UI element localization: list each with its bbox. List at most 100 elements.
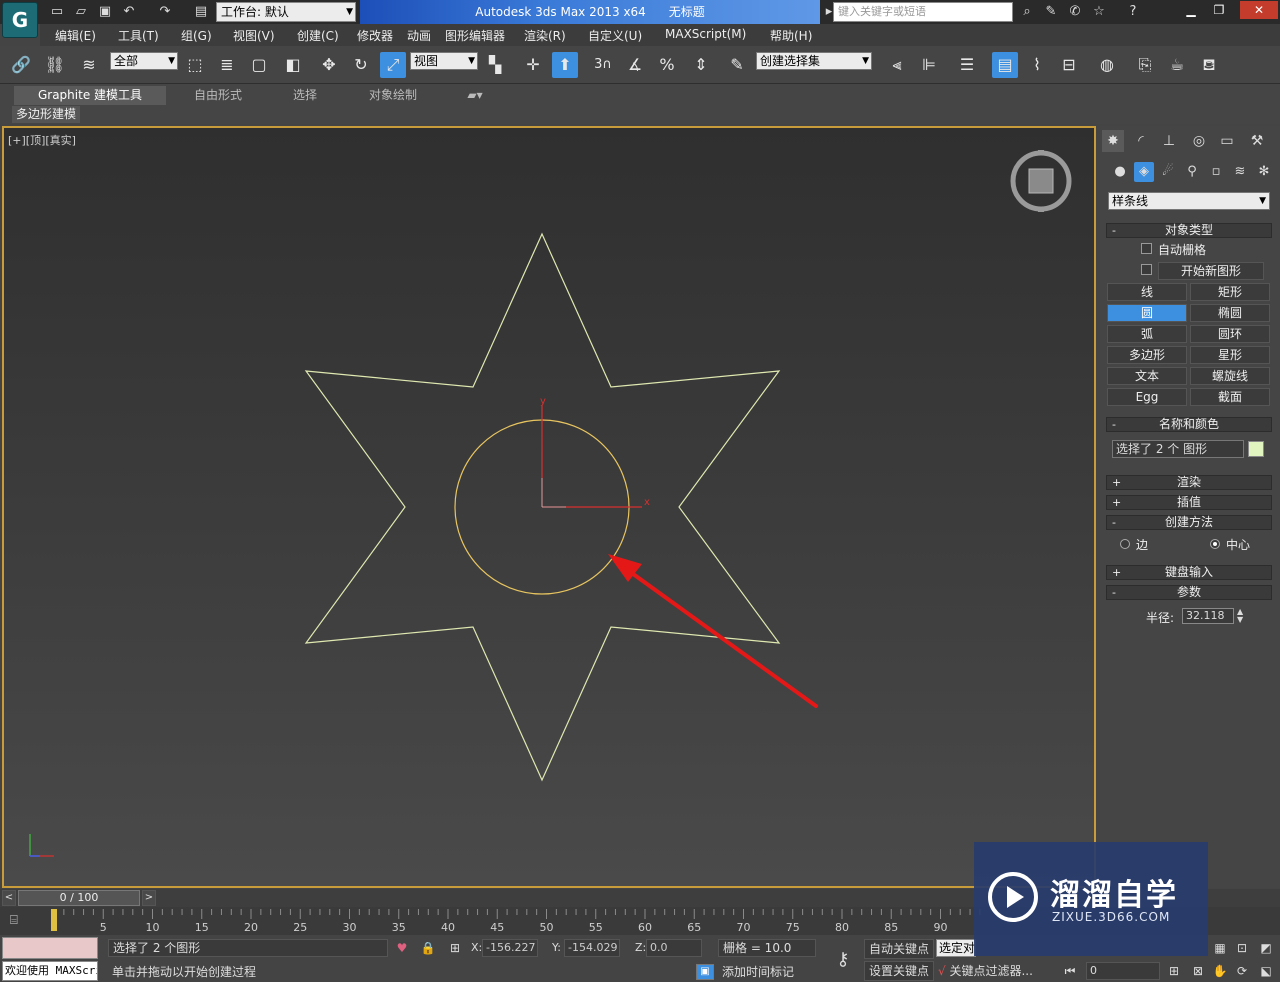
time-tag-icon[interactable]: ▣ (696, 964, 714, 980)
time-config-icon[interactable]: ⊞ (1166, 963, 1182, 979)
category-dropdown[interactable]: 样条线 ▼ (1108, 192, 1270, 210)
save-file-icon[interactable]: ▣ (96, 3, 114, 21)
select-and-scale-icon[interactable]: ⤢ (380, 52, 406, 78)
undo-icon[interactable]: ↶ (120, 3, 138, 21)
select-object-icon[interactable]: ⬚ (182, 52, 208, 78)
schematic-view-icon[interactable]: ⊟ (1056, 52, 1082, 78)
systems-icon[interactable]: ✻ (1254, 162, 1274, 182)
menu-views[interactable]: 视图(V) (233, 27, 275, 44)
absolute-mode-icon[interactable]: ⊞ (447, 940, 463, 956)
ribbon-options-icon[interactable]: ▰▾ (460, 86, 490, 105)
create-tab-icon[interactable]: ✸ (1102, 130, 1124, 152)
open-file-icon[interactable]: ▱ (72, 3, 90, 21)
rollout-creation-method[interactable]: - 创建方法 (1106, 515, 1272, 530)
maxscript-listener-field[interactable] (2, 937, 98, 959)
viewport-label[interactable]: [+][顶][真实] (8, 132, 76, 148)
select-manipulate-icon[interactable]: ✛ (520, 52, 546, 78)
maxscript-welcome-field[interactable]: 欢迎使用 MAXScri (2, 961, 98, 981)
unlink-icon[interactable]: ⛓ (42, 52, 68, 78)
tab-freeform[interactable]: 自由形式 (176, 86, 260, 105)
start-new-shape-checkbox[interactable] (1141, 264, 1152, 275)
geometry-icon[interactable]: ● (1110, 162, 1130, 182)
selected-keys-dropdown[interactable]: 选定对 (936, 939, 976, 957)
auto-grid-checkbox[interactable] (1141, 243, 1152, 254)
select-and-move-icon[interactable]: ✥ (316, 52, 342, 78)
select-and-rotate-icon[interactable]: ↻ (348, 52, 374, 78)
menu-graph-editors[interactable]: 图形编辑器 (445, 27, 505, 44)
project-folder-icon[interactable]: ▤ (192, 3, 210, 21)
current-time-marker[interactable] (51, 909, 57, 931)
window-crossing-icon[interactable]: ◧ (280, 52, 306, 78)
ellipse-button[interactable]: 椭圆 (1190, 304, 1270, 322)
shapes-icon[interactable]: ◈ (1134, 162, 1154, 182)
search-input[interactable]: 键入关键字或短语 (833, 2, 1013, 22)
tab-object-paint[interactable]: 对象绘制 (354, 86, 432, 105)
text-button[interactable]: 文本 (1107, 367, 1187, 385)
z-coord-field[interactable]: 0.0 (646, 939, 702, 957)
new-file-icon[interactable]: ▭ (48, 3, 66, 21)
favorites-star-icon[interactable]: ☆ (1090, 3, 1108, 21)
x-coord-field[interactable]: -156.227 (482, 939, 538, 957)
tab-graphite-modeling[interactable]: Graphite 建模工具 (14, 86, 166, 105)
app-logo-button[interactable]: G (2, 2, 38, 38)
viewcube-icon[interactable] (1008, 148, 1074, 214)
tab-polygon-modeling[interactable]: 多边形建模 (12, 106, 81, 123)
auto-key-button[interactable]: 自动关键点 (864, 939, 934, 959)
lights-icon[interactable]: ☄ (1158, 162, 1178, 182)
edge-radio[interactable] (1120, 539, 1130, 549)
edit-named-selection-icon[interactable]: ✎ (724, 52, 750, 78)
isolate-selection-icon[interactable]: ♥ (394, 940, 410, 956)
menu-group[interactable]: 组(G) (181, 27, 212, 44)
hierarchy-tab-icon[interactable]: ⊥ (1158, 130, 1180, 152)
cameras-icon[interactable]: ⚲ (1182, 162, 1202, 182)
utilities-tab-icon[interactable]: ⚒ (1246, 130, 1268, 152)
workspace-dropdown[interactable]: 工作台: 默认 ▼ (216, 2, 356, 22)
align-icon[interactable]: ⊫ (916, 52, 942, 78)
rollout-rendering[interactable]: + 渲染 (1106, 475, 1272, 490)
snaps-toggle-icon[interactable]: 3∩ (590, 52, 616, 78)
rendered-frame-window-icon[interactable]: ☕ (1164, 52, 1190, 78)
menu-animation[interactable]: 动画 (407, 27, 431, 44)
minimize-icon[interactable]: ▁ (1178, 1, 1204, 19)
star-button[interactable]: 星形 (1190, 346, 1270, 364)
viewport-top[interactable]: y x [+][顶][真实] (2, 126, 1096, 888)
arc-button[interactable]: 弧 (1107, 325, 1187, 343)
menu-modifiers[interactable]: 修改器 (357, 27, 393, 44)
ngon-button[interactable]: 多边形 (1107, 346, 1187, 364)
field-of-view-icon[interactable]: ◩ (1258, 940, 1274, 956)
reference-coordinate-dropdown[interactable]: 视图 ▼ (410, 52, 478, 70)
menu-rendering[interactable]: 渲染(R) (524, 27, 566, 44)
rectangle-button[interactable]: 矩形 (1190, 283, 1270, 301)
menu-tools[interactable]: 工具(T) (118, 27, 159, 44)
orbit-icon[interactable]: ⟳ (1234, 963, 1250, 979)
menu-edit[interactable]: 编辑(E) (55, 27, 96, 44)
modify-tab-icon[interactable]: ◜ (1130, 130, 1152, 152)
keyboard-shortcut-override-icon[interactable]: ⬆ (552, 52, 578, 78)
line-button[interactable]: 线 (1107, 283, 1187, 301)
helpers-icon[interactable]: ▫ (1206, 162, 1226, 182)
zoom-all-icon[interactable]: ▦ (1212, 940, 1228, 956)
rollout-keyboard-entry[interactable]: + 键盘输入 (1106, 565, 1272, 580)
graphite-toggle-icon[interactable]: ▤ (992, 52, 1018, 78)
binoculars-icon[interactable]: ⌕ (1018, 3, 1036, 21)
zoom-region-icon[interactable]: ⊡ (1234, 940, 1250, 956)
time-slider-thumb[interactable]: 0 / 100 (18, 890, 140, 906)
material-editor-icon[interactable]: ◍ (1094, 52, 1120, 78)
redo-icon[interactable]: ↷ (156, 3, 174, 21)
close-icon[interactable]: ✕ (1240, 1, 1278, 19)
pan-hand-icon[interactable]: ✋ (1212, 963, 1228, 979)
bind-space-warp-icon[interactable]: ≋ (76, 52, 102, 78)
subscription-icon[interactable]: ✎ (1042, 3, 1060, 21)
named-selection-dropdown[interactable]: 创建选择集 ▼ (756, 52, 872, 70)
set-key-icon[interactable]: ⚷ (828, 945, 858, 975)
mirror-icon[interactable]: ⫷ (884, 52, 910, 78)
motion-tab-icon[interactable]: ◎ (1188, 130, 1210, 152)
donut-button[interactable]: 圆环 (1190, 325, 1270, 343)
radius-input[interactable]: 32.118 (1182, 608, 1234, 624)
rollout-parameters[interactable]: - 参数 (1106, 585, 1272, 600)
maximize-viewport-icon[interactable]: ⬕ (1258, 963, 1274, 979)
pivot-center-icon[interactable]: ▚ (482, 52, 508, 78)
menu-maxscript[interactable]: MAXScript(M) (665, 27, 746, 41)
selection-filter-dropdown[interactable]: 全部 ▼ (110, 52, 178, 70)
set-key-button[interactable]: 设置关键点 (864, 961, 934, 981)
